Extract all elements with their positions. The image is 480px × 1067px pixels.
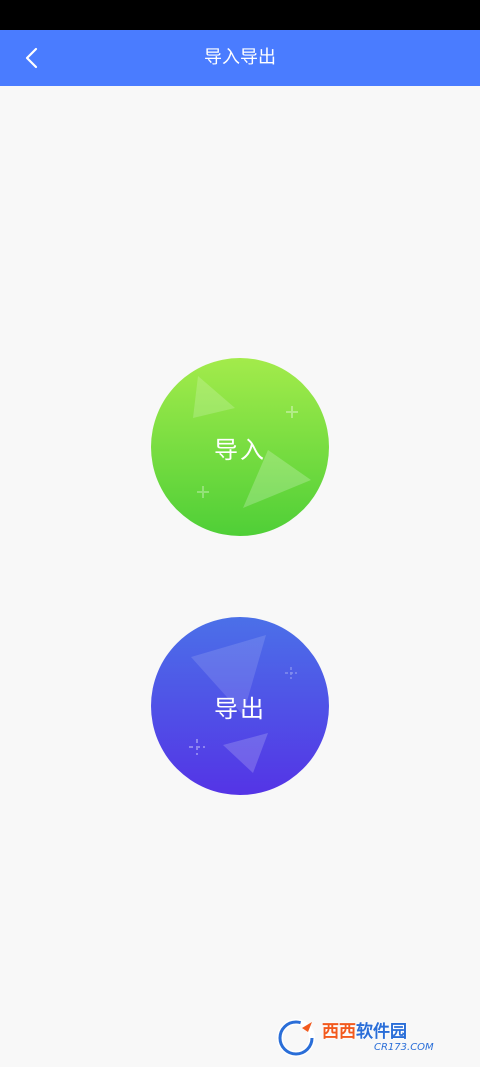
status-bar: [0, 0, 480, 30]
watermark-logo-icon: [276, 1018, 320, 1058]
watermark: 西西软件园 CR173.COM: [276, 1018, 460, 1058]
watermark-domain: CR173.COM: [374, 1042, 434, 1053]
back-button[interactable]: [14, 40, 50, 76]
page-title: 导入导出: [204, 47, 276, 68]
export-button[interactable]: 导出: [151, 617, 329, 795]
import-button[interactable]: 导入: [151, 358, 329, 536]
chevron-left-icon: [25, 47, 38, 69]
export-label: 导出: [214, 694, 266, 723]
watermark-brand-b: 软件园: [356, 1022, 407, 1042]
nav-bar: 导入导出: [0, 30, 480, 86]
import-label: 导入: [214, 435, 266, 464]
watermark-brand-a: 西西: [322, 1022, 356, 1042]
